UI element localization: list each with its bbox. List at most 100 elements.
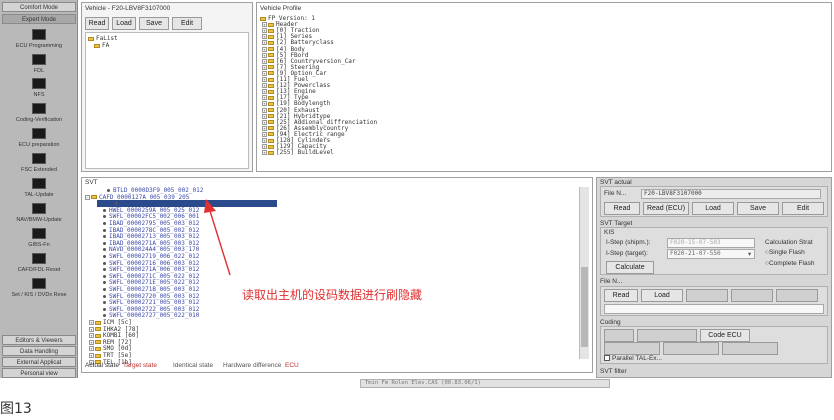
editors-viewers-tab[interactable]: Editors & Viewers (2, 335, 76, 345)
folder-icon (268, 126, 274, 131)
svt-tree: BTLD_0000D3F9_005_002_012− CAFD_0000127A_… (85, 187, 575, 366)
folder-icon (95, 333, 101, 338)
expand-icon[interactable]: + (89, 326, 94, 332)
folder-icon (268, 53, 274, 58)
folder-icon (268, 40, 274, 45)
legend-ecu: ECU (285, 362, 299, 369)
coding-button-6[interactable] (722, 342, 778, 355)
svt-scroll-thumb[interactable] (581, 267, 588, 347)
folder-icon (268, 132, 274, 137)
coding-button-2[interactable] (637, 329, 697, 342)
expand-icon[interactable]: + (89, 339, 94, 345)
expand-icon[interactable]: + (89, 353, 94, 358)
vehicle-title: Vehicle - F20-LBV8F3107000 (85, 5, 171, 12)
bullet-icon (103, 294, 106, 298)
svt-scrollbar[interactable] (579, 187, 589, 359)
coding-button-5[interactable] (663, 342, 719, 355)
monitor-icon (32, 29, 46, 40)
bullet-icon (103, 248, 106, 252)
file-load-button[interactable]: Load (641, 289, 683, 302)
svt-read-button[interactable]: Read (604, 202, 640, 215)
single-flash-radio[interactable]: ○Single Flash (765, 249, 805, 256)
svt-load-button[interactable]: Load (692, 202, 734, 215)
folder-icon (268, 95, 274, 100)
calculate-button[interactable]: Calculate (606, 261, 654, 274)
sidebar-item-kis-reset[interactable]: Set / KIS / DVDx Rese (2, 275, 76, 305)
svt-read-ecu-button[interactable]: Read (ECU) (643, 202, 689, 215)
istep-target-label: I-Step (target): (606, 250, 648, 257)
tree-node-falist[interactable]: FaList (88, 35, 118, 42)
file-read-button[interactable]: Read (604, 289, 638, 302)
svt-title: SVT (85, 179, 98, 186)
folder-icon (268, 101, 274, 106)
bullet-icon (103, 281, 106, 285)
istep-target-select[interactable]: F020-21-07-550 (667, 249, 755, 259)
folder-icon (268, 89, 274, 94)
external-applications-tab[interactable]: External Applicat (2, 357, 76, 367)
folder-icon (91, 195, 97, 200)
folder-icon (268, 83, 274, 88)
expert-mode-tab[interactable]: Expert Mode (2, 14, 76, 24)
vehicle-profile-panel: Vehicle Profile FP_Version: 1 + Header + [0]… (256, 2, 832, 172)
expand-icon[interactable]: + (89, 320, 94, 325)
folder-icon (94, 43, 100, 48)
legend-actual: Actual state (85, 362, 119, 369)
vehicle-load-button[interactable]: Load (112, 17, 136, 30)
istep-current-field[interactable]: F020-15-07-503 (667, 238, 755, 248)
complete-flash-radio[interactable]: ○Complete Flash (765, 260, 814, 267)
expand-icon[interactable]: + (89, 346, 94, 352)
expand-icon[interactable]: + (89, 333, 94, 339)
file-button-5[interactable] (776, 289, 818, 302)
monitor-icon (32, 128, 46, 139)
coding-title: Coding (600, 319, 621, 326)
coding-group: Code ECU Parallel TAL-Ex... (600, 326, 828, 364)
coding-button-4[interactable] (604, 342, 660, 355)
expand-icon[interactable]: + (262, 150, 267, 156)
folder-icon (268, 138, 274, 143)
tree-node-fa[interactable]: FA (94, 42, 109, 49)
coding-button-1[interactable] (604, 329, 634, 342)
vehicle-save-button[interactable]: Save (139, 17, 169, 30)
folder-icon (268, 28, 274, 33)
personal-view-tab[interactable]: Personal view (2, 368, 76, 378)
monitor-icon (32, 103, 46, 114)
data-handling-tab[interactable]: Data Handling (2, 346, 76, 356)
monitor-icon (32, 78, 46, 89)
folder-icon (268, 71, 274, 76)
file-button-4[interactable] (731, 289, 773, 302)
svt-actual-file-field[interactable]: F20-LBV8F3107000 (641, 189, 821, 199)
folder-icon (95, 353, 101, 358)
monitor-icon (32, 153, 46, 164)
kis-label: KIS (604, 229, 615, 236)
folder-icon (268, 144, 274, 149)
monitor-icon (32, 203, 46, 214)
file-group: Read Load (600, 286, 828, 316)
vehicle-read-button[interactable]: Read (85, 17, 109, 30)
bullet-icon (103, 222, 106, 225)
comfort-mode-tab[interactable]: Comfort Mode (2, 2, 76, 12)
svt-edit-button[interactable]: Edit (782, 202, 824, 215)
profile-item[interactable]: + [255] BuildLevel (262, 149, 334, 156)
bullet-icon (103, 208, 106, 212)
annotation-text: 读取出主机的设码数据进行刷隐藏 (242, 288, 423, 302)
collapse-icon[interactable]: − (85, 194, 90, 200)
chevron-down-icon[interactable]: ▾ (748, 250, 751, 258)
file-button-3[interactable] (686, 289, 728, 302)
vehicle-profile-title: Vehicle Profile (260, 5, 302, 12)
bullet-icon (103, 274, 106, 278)
parallel-tal-checkbox[interactable]: Parallel TAL-Ex... (604, 355, 662, 362)
bullet-icon (107, 189, 110, 192)
folder-icon (260, 16, 266, 21)
code-ecu-button[interactable]: Code ECU (700, 329, 750, 342)
monitor-icon (32, 228, 46, 239)
annotation-arrow (204, 199, 231, 276)
svt-panel: SVT BTLD_0000D3F9_005_002_012− CAFD_00001… (81, 177, 593, 373)
folder-icon (268, 59, 274, 64)
svt-save-button[interactable]: Save (737, 202, 779, 215)
profile-item-label: [255] BuildLevel (276, 149, 334, 157)
file-path-field[interactable] (604, 304, 824, 314)
folder-icon (268, 108, 274, 112)
svt-legend: Actual state Target state Identical stat… (85, 362, 585, 372)
vehicle-edit-button[interactable]: Edit (172, 17, 202, 30)
bullet-icon (103, 261, 106, 265)
